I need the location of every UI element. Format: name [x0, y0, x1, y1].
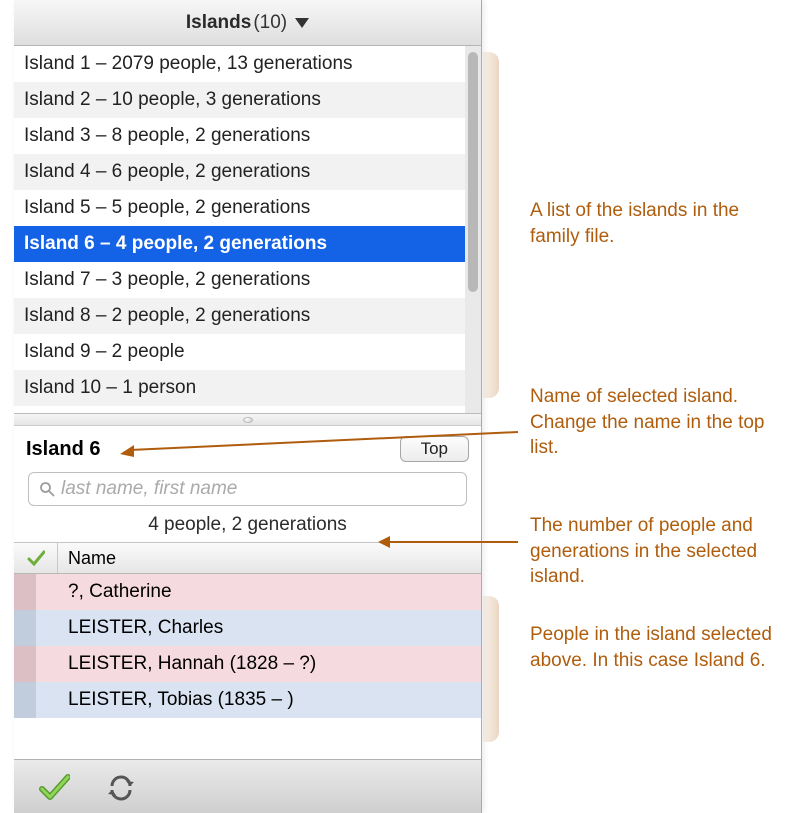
- selected-island-name: Island 6: [26, 438, 100, 461]
- person-name: LEISTER, Charles: [58, 617, 223, 639]
- islands-list[interactable]: Island 1 – 2079 people, 13 generationsIs…: [14, 46, 465, 413]
- islands-list-container: Island 1 – 2079 people, 13 generationsIs…: [14, 46, 481, 414]
- person-name: ?, Catherine: [58, 581, 172, 603]
- row-gutter: [14, 574, 36, 610]
- row-gutter: [36, 682, 58, 718]
- annotation-2: Name of selected island. Change the name…: [530, 384, 780, 461]
- annotation-1: A list of the islands in the family file…: [530, 198, 780, 249]
- annotation-3: The number of people and generations in …: [530, 513, 790, 590]
- island-row[interactable]: Island 7 – 3 people, 2 generations: [14, 262, 465, 298]
- person-name: LEISTER, Hannah (1828 – ?): [58, 653, 316, 675]
- island-row[interactable]: Island 6 – 4 people, 2 generations: [14, 226, 465, 262]
- search-placeholder: last name, first name: [61, 478, 237, 500]
- people-table-body: ?, Catherine LEISTER, Charles LEISTER, Han…: [14, 574, 481, 718]
- row-gutter: [36, 610, 58, 646]
- person-row[interactable]: LEISTER, Hannah (1828 – ?): [14, 646, 481, 682]
- annotation-bracket-4: [483, 596, 499, 742]
- toolbar: [14, 759, 481, 813]
- row-gutter: [14, 646, 36, 682]
- row-gutter: [36, 646, 58, 682]
- panel-header[interactable]: Islands (10): [14, 0, 481, 46]
- island-row[interactable]: Island 2 – 10 people, 3 generations: [14, 82, 465, 118]
- name-column-header[interactable]: Name: [58, 548, 116, 569]
- annotation-bracket-1: [483, 52, 499, 398]
- annotation-4: People in the island selected above. In …: [530, 622, 780, 673]
- row-gutter: [36, 574, 58, 610]
- accept-icon[interactable]: [38, 771, 70, 803]
- island-row[interactable]: Island 3 – 8 people, 2 generations: [14, 118, 465, 154]
- person-row[interactable]: ?, Catherine: [14, 574, 481, 610]
- island-row[interactable]: Island 8 – 2 people, 2 generations: [14, 298, 465, 334]
- row-gutter: [14, 610, 36, 646]
- row-gutter: [14, 682, 36, 718]
- person-name: LEISTER, Tobias (1835 – ): [58, 689, 294, 711]
- scrollbar[interactable]: [465, 46, 481, 413]
- search-input[interactable]: last name, first name: [28, 472, 467, 506]
- search-icon: [39, 481, 55, 497]
- scrollbar-thumb[interactable]: [468, 52, 478, 292]
- islands-panel: Islands (10) Island 1 – 2079 people, 13 …: [14, 0, 482, 813]
- dropdown-triangle-icon: [295, 18, 309, 28]
- person-row[interactable]: LEISTER, Charles: [14, 610, 481, 646]
- person-row[interactable]: LEISTER, Tobias (1835 – ): [14, 682, 481, 718]
- refresh-icon[interactable]: [106, 772, 136, 802]
- island-row[interactable]: Island 1 – 2079 people, 13 generations: [14, 46, 465, 82]
- island-row[interactable]: Island 5 – 5 people, 2 generations: [14, 190, 465, 226]
- island-row[interactable]: Island 9 – 2 people: [14, 334, 465, 370]
- annotation-arrow-3: [378, 532, 518, 552]
- island-row[interactable]: Island 4 – 6 people, 2 generations: [14, 154, 465, 190]
- check-column-header[interactable]: [14, 543, 58, 573]
- checkmark-icon: [27, 549, 45, 567]
- island-count: (10): [253, 12, 287, 34]
- annotation-arrow-2: [120, 424, 518, 464]
- panel-title: Islands: [186, 12, 251, 34]
- island-row[interactable]: Island 10 – 1 person: [14, 370, 465, 406]
